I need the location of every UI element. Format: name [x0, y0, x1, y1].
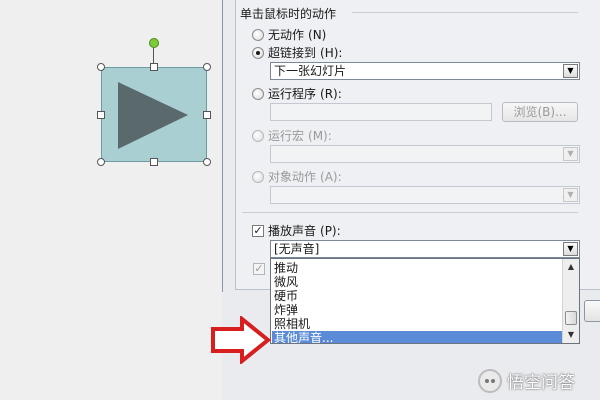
- radio-circle[interactable]: [252, 170, 264, 183]
- group-title: 单击鼠标时的动作: [240, 7, 337, 21]
- radio-hyperlink-key: (H):: [320, 45, 343, 60]
- radio-object-action-key: (A):: [320, 169, 342, 184]
- list-item-selected[interactable]: 其他声音...: [272, 331, 562, 343]
- wukong-logo-icon: [478, 368, 502, 393]
- sound-select-value: [无声音]: [274, 242, 320, 256]
- dropdown-scrollbar[interactable]: ▲ ▼: [562, 259, 579, 343]
- highlight-click-checkbox-row[interactable]: ✓: [253, 263, 265, 275]
- resize-handle-top-right[interactable]: [203, 63, 211, 71]
- radio-object-action-label: 对象动作: [268, 170, 317, 184]
- resize-handle-right[interactable]: [203, 111, 211, 119]
- play-sound-key: (P):: [320, 223, 341, 238]
- radio-hyperlink-label: 超链接到: [268, 46, 317, 60]
- slide-canvas[interactable]: [0, 0, 222, 400]
- chevron-down-icon[interactable]: ▼: [563, 64, 578, 78]
- resize-handle-bottom-right[interactable]: [203, 158, 211, 166]
- scroll-thumb[interactable]: [565, 311, 577, 325]
- sound-dropdown-list[interactable]: 推动 微风 硬币 炸弹 照相机 其他声音... ▲ ▼: [270, 258, 580, 344]
- watermark: 悟空问答: [478, 368, 575, 393]
- resize-handle-left[interactable]: [97, 111, 105, 119]
- hyperlink-target-select[interactable]: 下一张幻灯片 ▼: [270, 62, 580, 80]
- play-triangle-icon: [118, 82, 188, 149]
- radio-run-macro-key: (M):: [308, 128, 332, 143]
- chevron-down-icon[interactable]: ▼: [563, 188, 578, 202]
- list-item[interactable]: 推动: [272, 261, 562, 275]
- radio-no-action-key: (N): [308, 27, 327, 42]
- radio-run-program-key: (R):: [320, 86, 342, 101]
- watermark-text: 悟空问答: [507, 373, 575, 393]
- chevron-down-icon[interactable]: ▼: [563, 147, 578, 161]
- resize-handle-bottom-left[interactable]: [97, 158, 105, 166]
- radio-circle[interactable]: [252, 87, 264, 100]
- resize-handle-top[interactable]: [150, 63, 158, 71]
- radio-circle[interactable]: [252, 129, 264, 142]
- highlight-click-checkbox[interactable]: ✓: [253, 263, 265, 275]
- hyperlink-target-value: 下一张幻灯片: [274, 64, 347, 78]
- scroll-up-icon[interactable]: ▲: [565, 261, 577, 273]
- radio-run-macro-label: 运行宏: [268, 129, 305, 143]
- browse-button[interactable]: 浏览(B)...: [502, 102, 578, 122]
- dialog-button[interactable]: [584, 300, 600, 322]
- radio-no-action[interactable]: 无动作 (N): [252, 26, 326, 43]
- object-action-select[interactable]: ▼: [270, 186, 580, 204]
- play-sound-checkbox-row[interactable]: ✓ 播放声音 (P):: [252, 222, 341, 239]
- radio-circle[interactable]: [252, 28, 264, 41]
- play-sound-label: 播放声音: [268, 224, 317, 238]
- radio-hyperlink[interactable]: 超链接到 (H):: [252, 44, 342, 61]
- scroll-down-icon[interactable]: ▼: [565, 329, 577, 341]
- radio-object-action[interactable]: 对象动作 (A):: [252, 168, 342, 185]
- radio-circle-checked[interactable]: [252, 46, 264, 59]
- program-path-input[interactable]: [270, 103, 492, 121]
- list-item[interactable]: 照相机: [272, 317, 562, 331]
- list-item[interactable]: 硬币: [272, 289, 562, 303]
- list-item[interactable]: 微风: [272, 275, 562, 289]
- sound-select[interactable]: [无声音] ▼: [270, 240, 580, 258]
- radio-run-program[interactable]: 运行程序 (R):: [252, 85, 342, 102]
- section-divider: [242, 212, 578, 213]
- radio-run-macro[interactable]: 运行宏 (M):: [252, 127, 332, 144]
- play-action-button-shape[interactable]: [101, 67, 207, 162]
- radio-run-program-label: 运行程序: [268, 87, 317, 101]
- chevron-down-icon[interactable]: ▼: [563, 242, 578, 256]
- radio-no-action-label: 无动作: [268, 28, 305, 42]
- rotation-handle[interactable]: [149, 38, 159, 48]
- list-item[interactable]: 炸弹: [272, 303, 562, 317]
- resize-handle-top-left[interactable]: [97, 63, 105, 71]
- resize-handle-bottom[interactable]: [150, 158, 158, 166]
- macro-select[interactable]: ▼: [270, 145, 580, 163]
- red-arrow-icon: [211, 316, 272, 364]
- play-sound-checkbox[interactable]: ✓: [252, 224, 264, 237]
- group-divider: [352, 12, 578, 13]
